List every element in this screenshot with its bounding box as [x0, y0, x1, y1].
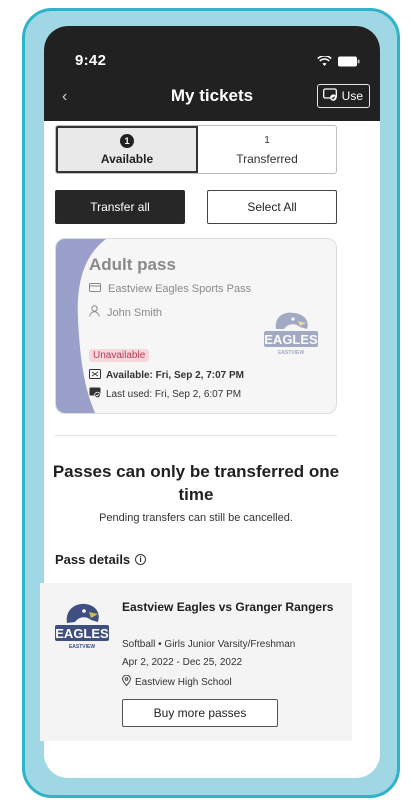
- card-logo-subtext: EASTVIEW: [278, 350, 304, 356]
- available-row: Available: Fri, Sep 2, 7:07 PM: [89, 369, 244, 382]
- pass-holder-row: John Smith: [89, 305, 162, 320]
- pass-name: Eastview Eagles Sports Pass: [108, 283, 252, 295]
- card-icon: [89, 283, 101, 295]
- pass-name-row: Eastview Eagles Sports Pass: [89, 283, 251, 295]
- eagles-logo-icon: EAGLES EASTVIEW: [260, 309, 322, 362]
- top-bar: 9:42 ‹ My tickets Use: [44, 26, 380, 121]
- box-logo-subtext: EASTVIEW: [69, 644, 95, 650]
- pass-details-card: EAGLES EASTVIEW Eastview Eagles vs Grang…: [40, 583, 352, 741]
- event-title: Eastview Eagles vs Granger Rangers: [122, 600, 334, 614]
- use-button[interactable]: Use: [316, 84, 370, 108]
- status-badge: Unavailable: [89, 349, 150, 362]
- ticket-icon: [89, 369, 101, 382]
- event-dates: Apr 2, 2022 - Dec 25, 2022: [122, 657, 242, 668]
- available-text: Available: Fri, Sep 2, 7:07 PM: [106, 370, 245, 381]
- tab-transferred-count: 1: [264, 134, 270, 146]
- person-icon: [89, 305, 100, 320]
- ticket-check-icon: [89, 387, 101, 401]
- event-dates-text: Apr 2, 2022 - Dec 25, 2022: [122, 657, 243, 668]
- event-location: Eastview High School: [122, 674, 232, 689]
- pass-card[interactable]: Adult pass Eastview Eagles Sports Pass J…: [55, 238, 337, 414]
- pass-details-label: Pass details: [55, 552, 131, 567]
- wifi-icon: [317, 54, 332, 72]
- divider: [55, 435, 337, 436]
- event-location-text: Eastview High School: [135, 676, 232, 688]
- pass-title: Adult pass: [89, 255, 176, 274]
- eagles-logo-icon: EAGLES EASTVIEW: [53, 601, 111, 656]
- transfer-notice-headline: Passes can only be transferred one time: [52, 462, 340, 504]
- tab-available-label: Available: [100, 151, 154, 166]
- card-logo-text: EAGLES: [264, 332, 318, 347]
- ticket-check-icon: [322, 88, 337, 104]
- box-logo-text: EAGLES: [55, 626, 109, 641]
- tab-transferred[interactable]: 1 Transferred: [198, 126, 336, 173]
- pass-details-heading: Pass details i: [55, 552, 147, 567]
- use-button-label: Use: [341, 89, 363, 103]
- status-time: 9:42: [75, 52, 107, 69]
- pass-holder: John Smith: [107, 306, 163, 319]
- transfer-all-button[interactable]: Transfer all: [55, 190, 185, 224]
- last-used-row: Last used: Fri, Sep 2, 6:07 PM: [89, 387, 241, 401]
- ticket-tabs: 1 Available 1 Transferred: [55, 125, 337, 174]
- buy-more-passes-button[interactable]: Buy more passes: [122, 699, 278, 727]
- tab-available[interactable]: 1 Available: [56, 126, 198, 173]
- location-pin-icon: [122, 674, 131, 689]
- select-all-button[interactable]: Select All: [207, 190, 337, 224]
- event-sport-text: Softball • Girls Junior Varsity/Freshman: [122, 639, 296, 650]
- battery-icon: [338, 54, 360, 72]
- tab-transferred-label: Transferred: [236, 151, 298, 166]
- transfer-notice-subline: Pending transfers can still be cancelled…: [99, 512, 293, 524]
- tab-available-count: 1: [120, 133, 134, 148]
- event-sport: Softball • Girls Junior Varsity/Freshman: [122, 639, 295, 650]
- last-used-text: Last used: Fri, Sep 2, 6:07 PM: [106, 388, 242, 400]
- status-icons: [317, 54, 360, 72]
- info-icon[interactable]: i: [135, 554, 147, 565]
